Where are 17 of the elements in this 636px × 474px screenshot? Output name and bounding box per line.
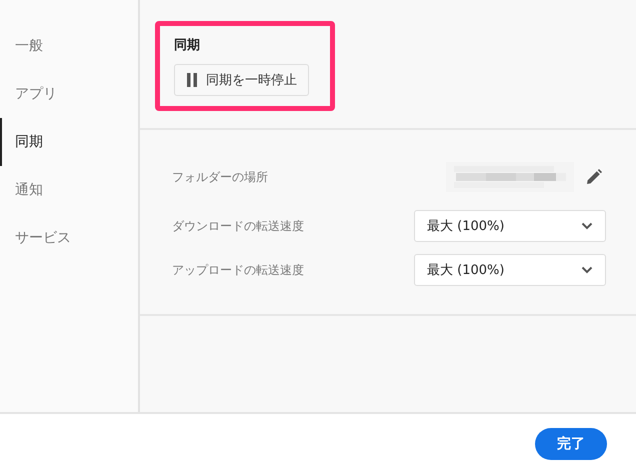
setting-label: ダウンロードの転送速度 (172, 218, 304, 234)
speed-dropdown[interactable]: 最大 (100%) (414, 254, 606, 286)
sidebar-item[interactable]: 通知 (0, 166, 138, 214)
speed-dropdown[interactable]: 最大 (100%) (414, 210, 606, 242)
sidebar-item[interactable]: サービス (0, 214, 138, 262)
setting-label: フォルダーの場所 (172, 168, 268, 186)
chevron-down-icon (581, 222, 593, 230)
sidebar-item[interactable]: 一般 (0, 22, 138, 70)
pencil-icon[interactable] (586, 169, 602, 185)
section-title: 同期 (174, 37, 201, 54)
done-button[interactable]: 完了 (535, 428, 607, 460)
setting-label: アップロードの転送速度 (172, 262, 304, 278)
pause-icon (186, 73, 198, 87)
chevron-down-icon (581, 266, 593, 274)
pause-button[interactable]: 同期を一時停止 (174, 64, 309, 96)
sidebar-item[interactable]: 同期 (0, 118, 138, 166)
sidebar-item[interactable]: アプリ (0, 70, 138, 118)
